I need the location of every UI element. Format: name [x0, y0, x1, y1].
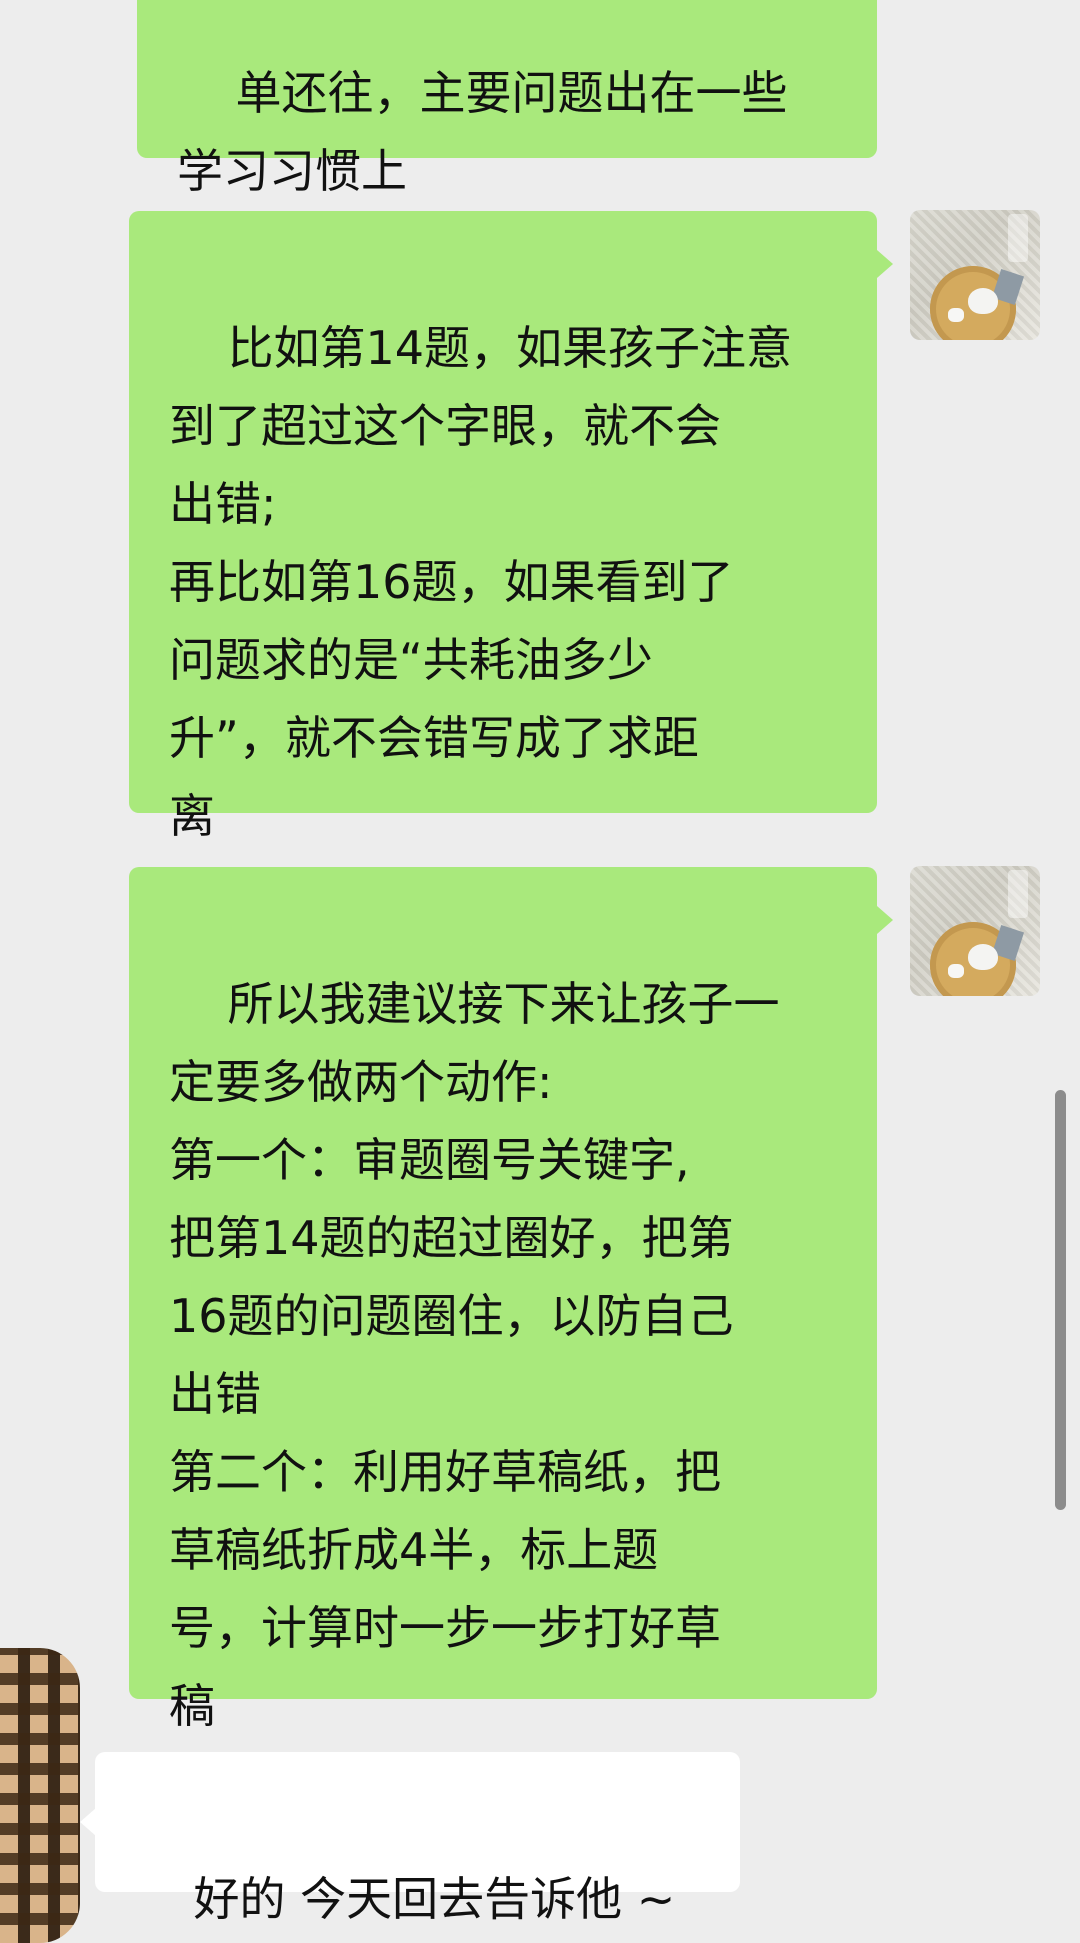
message-text: 所以我建议接下来让孩子一 定要多做两个动作: 第一个：审题圈号关键字, 把第14… — [169, 977, 780, 1733]
my-avatar[interactable] — [910, 866, 1040, 996]
message-text: 好的 今天回去告诉他 ~ — [193, 1872, 676, 1926]
bubble-tail — [80, 1808, 96, 1836]
chat-view: 单还往，主要问题出在一些 学习习惯上 比如第14题，如果孩子注意 到了超过这个字… — [0, 0, 1080, 1943]
my-avatar[interactable] — [910, 210, 1040, 340]
contact-avatar[interactable] — [0, 1648, 80, 1943]
bubble-tail — [877, 250, 893, 278]
scrollbar[interactable] — [1055, 1090, 1066, 1510]
message-bubble-outgoing[interactable]: 比如第14题，如果孩子注意 到了超过这个字眼，就不会 出错; 再比如第16题，如… — [129, 211, 877, 843]
message-bubble-incoming[interactable]: 好的 今天回去告诉他 ~ — [95, 1752, 740, 1926]
message-text: 单还往，主要问题出在一些 学习习惯上 — [177, 66, 788, 198]
message-bubble-outgoing[interactable]: 单还往，主要问题出在一些 学习习惯上 — [137, 0, 877, 198]
message-text: 比如第14题，如果孩子注意 到了超过这个字眼，就不会 出错; 再比如第16题，如… — [169, 321, 793, 843]
message-bubble-outgoing[interactable]: 所以我建议接下来让孩子一 定要多做两个动作: 第一个：审题圈号关键字, 把第14… — [129, 867, 877, 1733]
bubble-tail — [877, 906, 893, 934]
